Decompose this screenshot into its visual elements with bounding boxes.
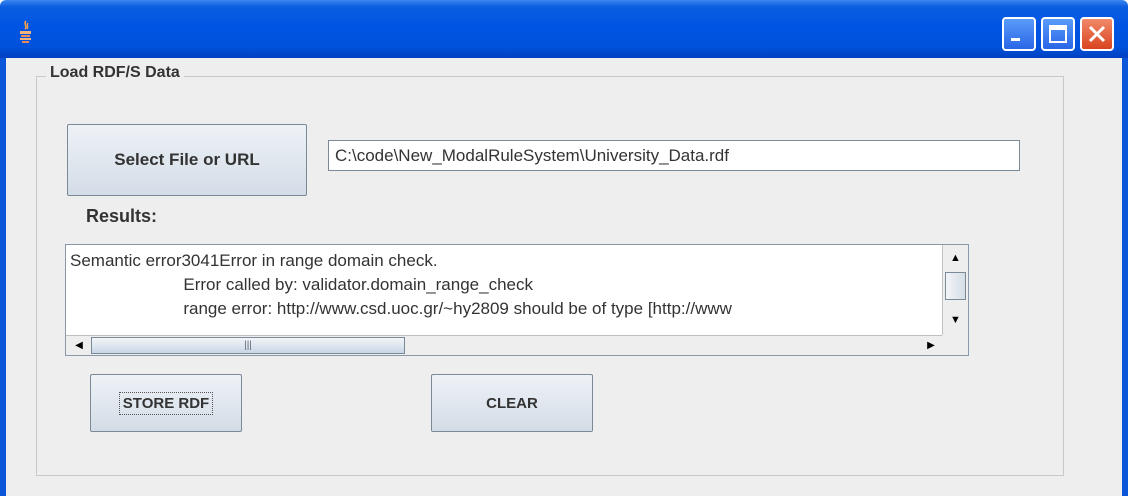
title-bar[interactable] <box>0 0 1128 58</box>
minimize-button[interactable] <box>1002 17 1036 51</box>
minimize-icon <box>1011 38 1020 41</box>
clear-button[interactable]: CLEAR <box>431 374 593 432</box>
scroll-corner <box>942 335 968 355</box>
vertical-scroll-thumb[interactable] <box>945 272 966 300</box>
file-path-field[interactable]: C:\code\New_ModalRuleSystem\University_D… <box>328 140 1020 171</box>
horizontal-scrollbar[interactable]: ◀ ||| ▶ <box>66 335 944 355</box>
close-button[interactable] <box>1080 17 1114 51</box>
window-frame-right <box>1122 58 1128 496</box>
java-cup-icon <box>20 20 31 43</box>
maximize-icon <box>1049 25 1067 43</box>
close-icon <box>1088 25 1106 43</box>
vertical-scrollbar[interactable]: ▲ ▼ <box>942 245 968 335</box>
store-rdf-label: STORE RDF <box>118 391 214 415</box>
window-content: Load RDF/S Data Select File or URL C:\co… <box>6 58 1122 496</box>
scroll-down-arrow-icon[interactable]: ▼ <box>944 309 967 331</box>
scroll-left-arrow-icon[interactable]: ◀ <box>68 336 90 355</box>
results-text[interactable]: Semantic error3041Error in range domain … <box>70 249 940 335</box>
store-rdf-button[interactable]: STORE RDF <box>90 374 242 432</box>
select-file-button[interactable]: Select File or URL <box>67 124 307 196</box>
scroll-right-arrow-icon[interactable]: ▶ <box>920 336 942 355</box>
results-label: Results: <box>86 206 158 226</box>
maximize-button[interactable] <box>1041 17 1075 51</box>
results-text-area[interactable]: Semantic error3041Error in range domain … <box>65 244 969 356</box>
horizontal-scroll-thumb[interactable]: ||| <box>91 337 405 354</box>
scroll-up-arrow-icon[interactable]: ▲ <box>944 247 967 269</box>
panel-title: Load RDF/S Data <box>46 64 184 82</box>
